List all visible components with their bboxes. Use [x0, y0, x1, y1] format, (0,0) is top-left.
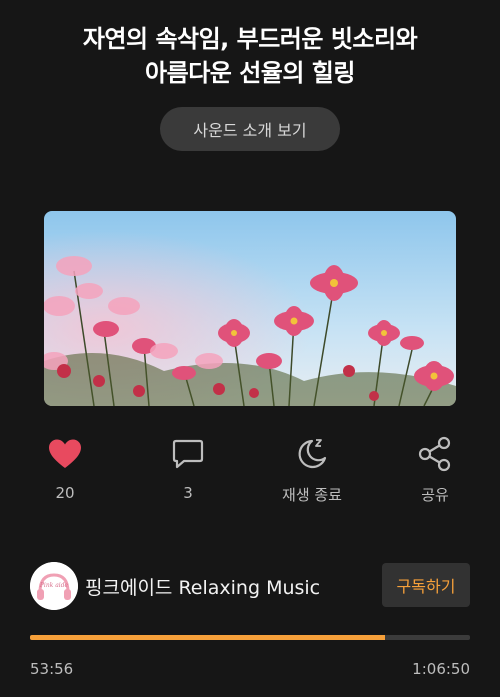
comment-icon: [148, 434, 228, 474]
sound-title-line-2: 아름다운 선율의 힐링: [145, 59, 355, 87]
sound-title-line-1: 자연의 속삭임, 부드러운 빗소리와: [82, 25, 418, 53]
share-icon: [395, 434, 475, 474]
subscribe-button[interactable]: 구독하기: [382, 563, 470, 607]
sound-intro-button[interactable]: 사운드 소개 보기: [160, 107, 340, 151]
moon-icon: [272, 434, 352, 474]
comment-count: 3: [183, 484, 193, 502]
avatar-logo-text: Pink aide: [39, 582, 69, 589]
share-button[interactable]: 공유: [395, 434, 475, 505]
total-time: 1:06:50: [412, 660, 470, 678]
channel-avatar[interactable]: Pink aide: [30, 562, 78, 610]
cover-image: [44, 211, 456, 406]
sleep-timer-button[interactable]: 재생 종료: [272, 434, 352, 505]
share-label: 공유: [421, 486, 449, 504]
sound-title: 자연의 속삭임, 부드러운 빗소리와 아름다운 선율의 힐링: [20, 22, 480, 90]
like-count: 20: [55, 484, 75, 502]
sleep-timer-label: 재생 종료: [282, 486, 342, 504]
channel-row: Pink aide 핑크에이드 Relaxing Music 구독하기: [30, 560, 470, 610]
elapsed-time: 53:56: [30, 660, 74, 678]
progress-fill: [30, 635, 386, 640]
heart-icon: [25, 434, 105, 474]
action-bar: 20 3 재생 종료 공유: [0, 434, 500, 504]
comment-button[interactable]: 3: [148, 434, 228, 502]
progress-bar[interactable]: [30, 635, 470, 640]
like-button[interactable]: 20: [25, 434, 105, 502]
channel-name[interactable]: 핑크에이드 Relaxing Music: [85, 573, 320, 600]
